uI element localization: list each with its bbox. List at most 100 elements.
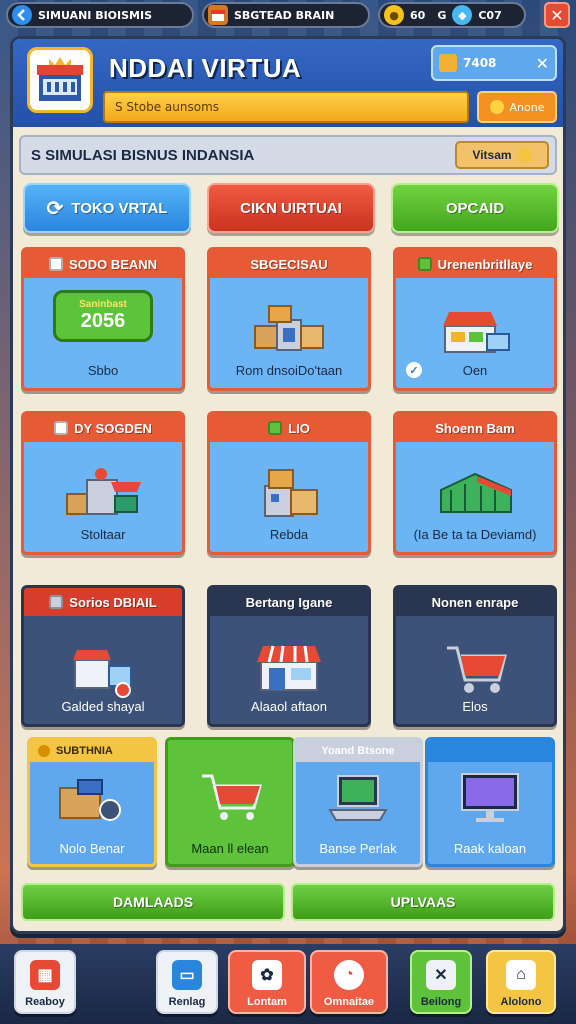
card-header: Nonen enrape — [396, 588, 554, 616]
card-title: DY SOGDEN — [74, 420, 152, 436]
card-body: Rom dnsoiDo'taan — [210, 278, 368, 388]
subtitle-text: S SIMULASI BISNUS INDANSIA — [31, 146, 255, 164]
coin-icon — [38, 745, 50, 757]
badge-caption: Saninbast — [79, 299, 127, 310]
card-banse-perlak[interactable]: Yoand Btsone Banse Perlak — [293, 737, 423, 867]
card-bertang-igane[interactable]: Bertang Igane Alaaol aftaon — [207, 585, 371, 727]
card-footer: Banse Perlak — [319, 841, 397, 856]
uplvaas-button[interactable]: UPLVAAS — [291, 883, 555, 921]
view-button-label: Vitsam — [472, 148, 512, 162]
tag-icon — [49, 595, 64, 609]
card-title: Sorios DBIAIL — [69, 594, 157, 610]
card-footer: Raak kaloan — [453, 841, 527, 856]
info-value: 7408 — [463, 56, 497, 70]
currency-pill[interactable]: ● 60 G ◆ C07 — [378, 2, 526, 28]
card-header: Bertang Igane — [210, 588, 368, 616]
nav-label: Alolono — [500, 996, 542, 1008]
info-box[interactable]: 7408 ✕ — [431, 45, 557, 81]
subbar-button-label: Anone — [509, 100, 545, 114]
card-body: Nolo Benar — [30, 762, 154, 864]
warehouse-boxes-icon — [254, 305, 324, 351]
nav-label: Reaboy — [25, 996, 65, 1008]
shop-icon — [208, 5, 228, 25]
nav-renlag[interactable]: ▭ Renlag — [156, 950, 218, 1014]
card-title: Urenenbritllaye — [437, 256, 533, 272]
card-header — [428, 740, 552, 762]
year-badge: Saninbast 2056 — [53, 290, 153, 342]
card-header: LIO — [210, 414, 368, 442]
card-maan-elean[interactable]: Maan ll elean — [165, 737, 295, 867]
info-close-icon[interactable]: ✕ — [536, 54, 549, 73]
nav-reaboy[interactable]: ▦ Reaboy — [14, 950, 76, 1014]
view-button[interactable]: Vitsam — [455, 141, 549, 169]
main-panel: NDDAI VIRTUA 7408 ✕ S Stobe aunsoms Anon… — [10, 36, 566, 934]
hand-icon — [517, 148, 532, 162]
card-raak-kaloan[interactable]: Raak kaloan — [425, 737, 555, 867]
button-label: DAMLAADS — [112, 894, 194, 910]
nav-omnaitae[interactable]: ◔ Omnaitae — [310, 950, 388, 1014]
nav-alolono[interactable]: ⌂ Alolono — [486, 950, 556, 1014]
shop-pill[interactable]: SBGTEAD BRAIN — [202, 2, 370, 28]
nav-lontam[interactable]: ✿ Lontam — [228, 950, 306, 1014]
damlaads-button[interactable]: DAMLAADS — [21, 883, 285, 921]
card-header: DY SOGDEN — [24, 414, 182, 442]
tab-toko-vrtal[interactable]: ⟳ TOKO VRTAL — [23, 183, 191, 233]
card-lio[interactable]: LIO Rebda — [207, 411, 371, 555]
card-title: Yoand Btsone — [321, 745, 395, 757]
card-dy-sogden[interactable]: DY SOGDEN Stoltaar — [21, 411, 185, 555]
home-icon: ⌂ — [506, 960, 536, 990]
card-sodo-beann[interactable]: SODO BEANN Saninbast 2056 Sbbo — [21, 247, 185, 391]
box-icon — [417, 257, 432, 271]
cow-icon: ✿ — [252, 960, 282, 990]
laptop-icon — [328, 775, 388, 821]
nav-label: Renlag — [168, 996, 206, 1008]
tv-icon: ▭ — [172, 960, 202, 990]
card-body: Rebda — [210, 442, 368, 552]
back-arrow-icon[interactable] — [12, 5, 32, 25]
card-title: SUBTHNIA — [56, 745, 113, 757]
close-button[interactable]: ✕ — [544, 2, 570, 28]
title-pill[interactable]: SIMUANI BIOISMIS — [6, 2, 194, 28]
store-icon: ▦ — [30, 960, 60, 990]
card-header: SBGECISAU — [210, 250, 368, 278]
page-title: NDDAI VIRTUA — [109, 53, 302, 83]
tab-opcaid[interactable]: OPCAID — [391, 183, 559, 233]
crates-building-icon — [264, 469, 318, 517]
card-header: Yoand Btsone — [296, 740, 420, 762]
shop-label: SBGTEAD BRAIN — [234, 8, 335, 22]
gold-coin-icon: ● — [384, 5, 404, 25]
gem-value: C07 — [478, 8, 502, 22]
gem-label: G — [437, 8, 447, 22]
card-body: Maan ll elean — [168, 762, 292, 864]
card-shoenn-bam[interactable]: Shoenn Bam (Ia Be ta ta Deviamd) — [393, 411, 557, 555]
card-title: SODO BEANN — [68, 256, 158, 272]
cart-icon — [202, 774, 262, 820]
card-title: SBGECISAU — [250, 256, 328, 272]
card-body: (Ia Be ta ta Deviamd) — [396, 442, 554, 552]
card-title: Shoenn Bam — [435, 420, 515, 436]
card-header: Urenenbritllaye — [396, 250, 554, 278]
card-nonen-enrape[interactable]: Nonen enrape Elos — [393, 585, 557, 727]
card-header: Sorios DBIAIL — [24, 588, 182, 616]
market-stall-icon — [443, 312, 510, 353]
edit-icon — [268, 421, 283, 435]
section-subtitle: S SIMULASI BISNUS INDANSIA Vitsam — [19, 135, 557, 175]
store-logo-icon — [27, 47, 93, 113]
gem-icon: ◆ — [452, 5, 473, 25]
card-sbgecisau[interactable]: SBGECISAU Rom dnsoiDo'taan — [207, 247, 371, 391]
monitor-icon — [461, 773, 519, 822]
tab-label: TOKO VRTAL — [71, 199, 168, 217]
card-footer: Nolo Benar — [59, 841, 125, 856]
tab-cikn-uirtuai[interactable]: CIKN UIRTUAI — [207, 183, 375, 233]
tab-label: OPCAID — [445, 199, 505, 217]
nav-beilong[interactable]: ✕ Beilong — [410, 950, 472, 1014]
card-body: Galded shayal — [24, 616, 182, 724]
card-body: Saninbast 2056 Sbbo — [24, 278, 182, 388]
card-header: SUBTHNIA — [30, 740, 154, 762]
card-sorios-dbiail[interactable]: Sorios DBIAIL Galded shayal — [21, 585, 185, 727]
card-title: Bertang Igane — [245, 594, 333, 610]
card-subthnia[interactable]: SUBTHNIA Nolo Benar — [27, 737, 157, 867]
nav-label: Beilong — [420, 996, 462, 1008]
subbar-button[interactable]: Anone — [477, 91, 557, 123]
card-urenenbritllaye[interactable]: Urenenbritllaye ✓ Oen — [393, 247, 557, 391]
